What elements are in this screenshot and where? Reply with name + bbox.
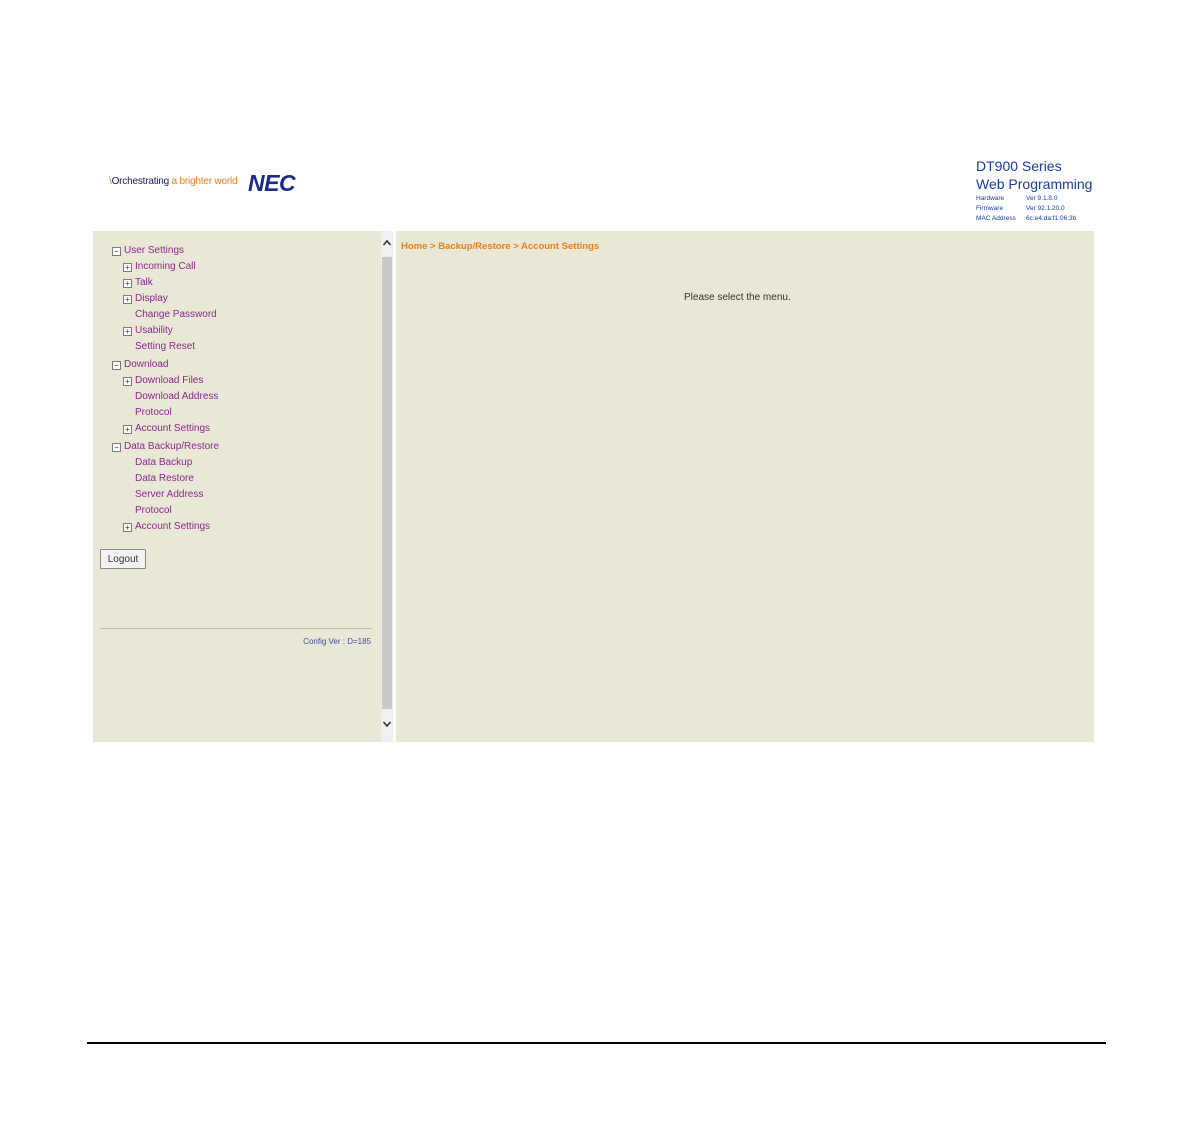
info-hardware: Hardware Ver 9.1.8.0 <box>976 194 1076 204</box>
sidebar-scrollbar[interactable] <box>381 231 393 742</box>
menu-talk[interactable]: + Talk <box>112 275 219 291</box>
menu-label[interactable]: Display <box>135 293 168 304</box>
menu-label[interactable]: Protocol <box>135 407 172 418</box>
tagline-brighter-world: a brighter world <box>169 176 238 187</box>
logout-button[interactable]: Logout <box>100 549 146 569</box>
menu-usability[interactable]: + Usability <box>112 323 219 339</box>
menu-change-password[interactable]: Change Password <box>112 307 219 323</box>
menu-server-address[interactable]: Server Address <box>112 487 219 503</box>
menu-backup-protocol[interactable]: Protocol <box>112 503 219 519</box>
page-footer-rule <box>87 1042 1106 1044</box>
info-mac: MAC Address 6c:e4:da:f1:06:3b <box>976 214 1076 224</box>
collapse-icon[interactable]: − <box>112 247 121 256</box>
info-firmware-value: Ver 92.1.20.0 <box>1026 205 1065 212</box>
info-mac-label: MAC Address <box>976 215 1016 222</box>
menu-label[interactable]: Download Files <box>135 375 203 386</box>
breadcrumb[interactable]: Home > Backup/Restore > Account Settings <box>401 241 599 252</box>
menu-label[interactable]: Incoming Call <box>135 261 196 272</box>
menu-label[interactable]: Download <box>124 359 168 370</box>
device-info: Hardware Ver 9.1.8.0 Firmware Ver 92.1.20.… <box>976 194 1076 224</box>
scroll-thumb[interactable] <box>382 257 392 709</box>
web-programming-app: \Orchestrating a brighter world NEC DT90… <box>93 153 1094 742</box>
expand-icon[interactable]: + <box>123 279 132 288</box>
expand-icon[interactable]: + <box>123 377 132 386</box>
menu-label[interactable]: User Settings <box>124 245 184 256</box>
menu-label[interactable]: Server Address <box>135 489 203 500</box>
expand-icon[interactable]: + <box>123 523 132 532</box>
menu-display[interactable]: + Display <box>112 291 219 307</box>
menu-label[interactable]: Download Address <box>135 391 218 402</box>
menu-incoming-call[interactable]: + Incoming Call <box>112 259 219 275</box>
menu-label[interactable]: Change Password <box>135 309 217 320</box>
menu-label[interactable]: Setting Reset <box>135 341 195 352</box>
menu-label[interactable]: Protocol <box>135 505 172 516</box>
menu-label[interactable]: Account Settings <box>135 521 210 532</box>
collapse-icon[interactable]: − <box>112 361 121 370</box>
expand-icon[interactable]: + <box>123 295 132 304</box>
info-firmware: Firmware Ver 92.1.20.0 <box>976 204 1076 214</box>
collapse-icon[interactable]: − <box>112 443 121 452</box>
menu-label[interactable]: Account Settings <box>135 423 210 434</box>
menu-download-files[interactable]: + Download Files <box>112 373 219 389</box>
main-content: Home > Backup/Restore > Account Settings… <box>396 231 1094 742</box>
sidebar: − User Settings + Incoming Call + Talk + Dis… <box>93 231 381 742</box>
menu-data-backup[interactable]: Data Backup <box>112 455 219 471</box>
menu-download[interactable]: − Download <box>112 357 219 373</box>
scroll-up-icon[interactable] <box>381 238 393 250</box>
menu-label[interactable]: Data Restore <box>135 473 194 484</box>
menu-label[interactable]: Usability <box>135 325 173 336</box>
expand-icon[interactable]: + <box>123 425 132 434</box>
tagline-logo: \Orchestrating a brighter world <box>109 176 238 187</box>
menu-label[interactable]: Data Backup/Restore <box>124 441 219 452</box>
info-hardware-label: Hardware <box>976 195 1005 202</box>
menu-label[interactable]: Data Backup <box>135 457 192 468</box>
menu-backup-account-settings[interactable]: + Account Settings <box>112 519 219 535</box>
nec-logo: NEC <box>248 170 296 196</box>
info-firmware-label: Firmware <box>976 205 1004 212</box>
config-version: Config Ver : D=185 <box>303 637 371 646</box>
menu-label[interactable]: Talk <box>135 277 153 288</box>
menu-setting-reset[interactable]: Setting Reset <box>112 339 219 355</box>
sidebar-divider <box>100 628 372 629</box>
menu-data-restore[interactable]: Data Restore <box>112 471 219 487</box>
info-hardware-value: Ver 9.1.8.0 <box>1026 195 1058 202</box>
expand-icon[interactable]: + <box>123 263 132 272</box>
expand-icon[interactable]: + <box>123 327 132 336</box>
tagline-orchestrating: Orchestrating <box>111 176 170 187</box>
menu-download-account-settings[interactable]: + Account Settings <box>112 421 219 437</box>
select-menu-message: Please select the menu. <box>684 292 791 303</box>
product-series: DT900 Series <box>976 158 1062 174</box>
menu-data-backup-restore[interactable]: − Data Backup/Restore <box>112 439 219 455</box>
product-web-programming: Web Programming <box>976 176 1093 192</box>
menu-download-protocol[interactable]: Protocol <box>112 405 219 421</box>
product-title: DT900 Series Web Programming <box>976 158 1092 193</box>
menu-tree: − User Settings + Incoming Call + Talk + Dis… <box>112 243 219 535</box>
menu-user-settings[interactable]: − User Settings <box>112 243 219 259</box>
info-mac-value: 6c:e4:da:f1:06:3b <box>1026 215 1077 222</box>
menu-download-address[interactable]: Download Address <box>112 389 219 405</box>
header: \Orchestrating a brighter world NEC DT90… <box>93 153 1094 230</box>
scroll-down-icon[interactable] <box>381 719 393 731</box>
